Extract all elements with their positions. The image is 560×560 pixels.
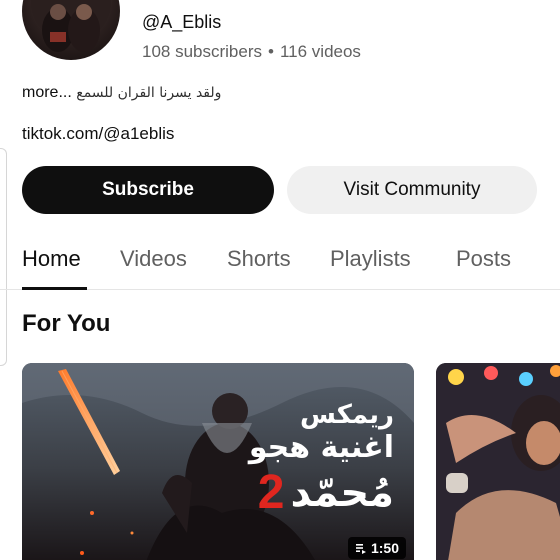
tab-playlists[interactable]: Playlists <box>330 246 411 272</box>
stats-separator: • <box>268 42 274 61</box>
overlay-line-3-row: 2 مُحمّد <box>249 465 394 520</box>
description-more[interactable]: more... <box>22 84 72 101</box>
tab-posts[interactable]: Posts <box>456 246 511 272</box>
description-text: ولقد يسرنا القران للسمع <box>76 85 222 101</box>
overlay-line-3: مُحمّد <box>290 469 394 516</box>
channel-avatar[interactable] <box>22 0 120 60</box>
avatar-image <box>31 0 111 52</box>
channel-description[interactable]: more... ولقد يسرنا القران للسمع <box>22 84 221 102</box>
active-tab-indicator <box>22 287 87 290</box>
subscriber-count: 108 subscribers <box>142 42 263 61</box>
video-thumbnail[interactable] <box>436 363 560 560</box>
channel-link[interactable]: tiktok.com/@a1eblis <box>22 124 174 144</box>
tab-videos[interactable]: Videos <box>120 246 187 272</box>
tab-shorts[interactable]: Shorts <box>227 246 291 272</box>
thumbnail-title-overlay: ريمكس اغنية هجو 2 مُحمّد <box>248 400 394 521</box>
overlay-line-2: اغنية هجو <box>248 429 394 465</box>
subscribe-button[interactable]: Subscribe <box>22 166 274 214</box>
visit-community-button[interactable]: Visit Community <box>287 166 537 214</box>
video-duration-badge: 1:50 <box>347 537 406 559</box>
channel-tabs: Home Videos Shorts Playlists Posts <box>0 240 560 290</box>
video-count: 116 videos <box>279 42 361 61</box>
tab-home[interactable]: Home <box>22 246 81 272</box>
channel-handle: @A_Eblis <box>142 12 222 32</box>
overlay-line-1: ريمكس <box>299 400 394 430</box>
duration-text: 1:50 <box>370 540 399 556</box>
playlist-icon <box>355 544 366 554</box>
video-thumbnail[interactable]: ريمكس اغنية هجو 2 مُحمّد 1:50 <box>22 363 414 560</box>
overlay-number: 2 <box>257 466 285 520</box>
section-title: For You <box>22 310 111 337</box>
channel-stats: 108 subscribers • 116 videos <box>142 42 361 62</box>
thumbnail-artwork <box>436 363 560 560</box>
